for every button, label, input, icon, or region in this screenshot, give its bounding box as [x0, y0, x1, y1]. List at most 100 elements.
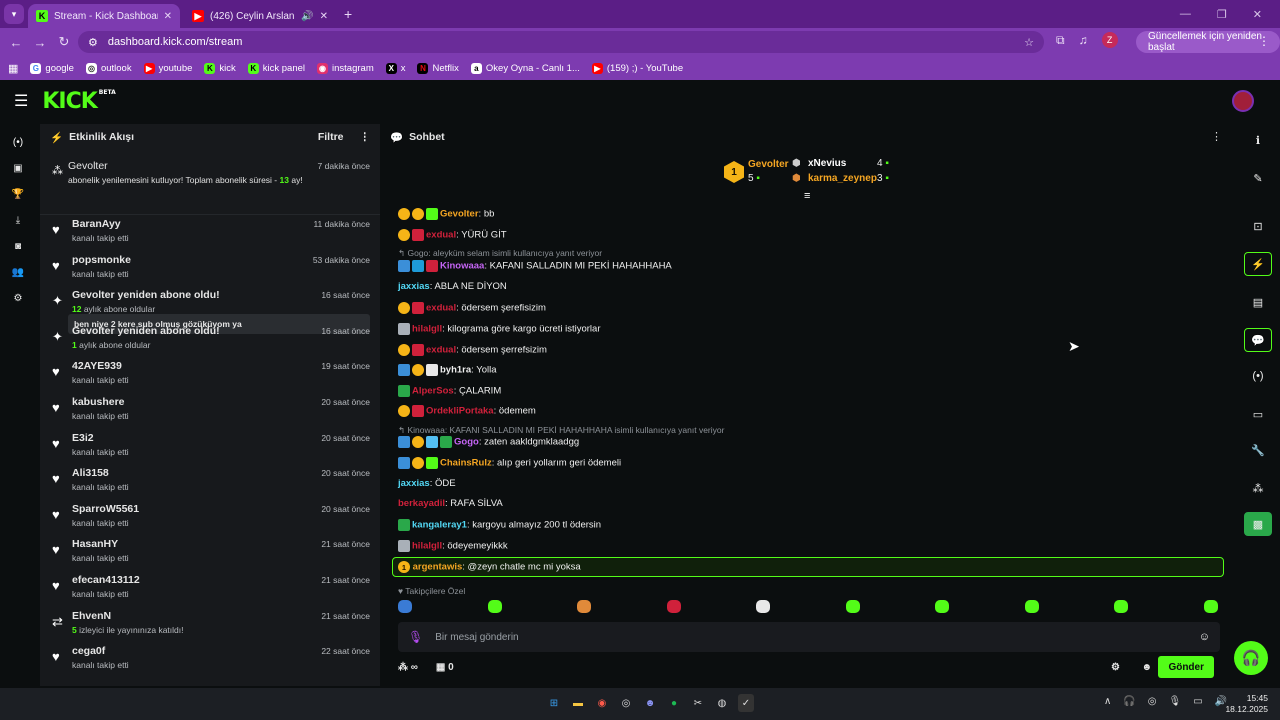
activity-item[interactable]: ♥ kabushere 20 saat önce kanalı takip etti [40, 394, 380, 428]
support-chat-button[interactable]: 🎧 [1234, 641, 1268, 675]
spotify-icon[interactable]: ● [666, 694, 682, 712]
chat-message[interactable]: ChainsRulz: alıp geri yollarım geri ödem… [398, 457, 621, 469]
tray-expand-icon[interactable]: ∧ [1104, 696, 1111, 707]
kick-logo[interactable]: KICK BETA [42, 89, 115, 114]
chat-message[interactable]: AlperSos: ÇALARIM [398, 385, 501, 397]
steam-icon[interactable]: ◎ [618, 694, 634, 712]
bookmark-kick-panel[interactable]: Kkick panel [247, 62, 305, 74]
tab-kick-dashboard[interactable]: K Stream - Kick Dashboard ✕ [28, 4, 180, 28]
emote-menu-icon[interactable]: ☻ [1141, 662, 1152, 673]
bookmark-x[interactable]: Xx [385, 62, 405, 74]
bookmark-okey[interactable]: a Okey Oyna - Canlı 1... [470, 62, 580, 74]
chat-message[interactable]: berkayadil: RAFA SİLVA [398, 498, 503, 509]
emote-icon[interactable] [756, 600, 771, 613]
chat-message[interactable]: kangaleray1: kargoyu almayız 200 tl öder… [398, 519, 601, 531]
expand-leaderboard-icon[interactable]: ≡ [804, 190, 810, 202]
users-nav-icon[interactable]: 👥 [8, 262, 28, 282]
trophy-nav-icon[interactable]: 🏆 [8, 184, 28, 204]
chat-message[interactable]: Gogo: zaten aakldgmklaadgg [398, 436, 579, 448]
bookmark-google[interactable]: Ggoogle [30, 62, 74, 74]
github-icon[interactable]: ◍ [714, 694, 730, 712]
chat-username[interactable]: Gogo [454, 437, 479, 448]
kick-taskbar-icon[interactable]: ✓ [738, 694, 754, 712]
bookmark-star-icon[interactable]: ☆ [1024, 36, 1034, 49]
bookmark-netflix[interactable]: N Netflix [417, 62, 459, 74]
chat-message[interactable]: exdual: YÜRÜ GİT [398, 229, 507, 241]
address-bar[interactable]: ⚙ dashboard.kick.com/stream ☆ [78, 31, 1044, 53]
stream-nav-icon[interactable]: (•) [8, 132, 28, 152]
emoji-picker-icon[interactable]: ☺ [1199, 631, 1210, 643]
activity-item[interactable]: ♥ 42AYE939 19 saat önce kanalı takip etti [40, 358, 380, 392]
extensions-icon[interactable]: ⧉ [1056, 33, 1065, 48]
chat-message[interactable]: OrdekliPortaka: ödemem [398, 405, 536, 417]
activity-item[interactable]: ♥ BaranAyy 11 dakika önce kanalı takip etti [40, 216, 380, 250]
chat-username[interactable]: byh1ra [440, 365, 471, 376]
filter-button[interactable]: Filtre [318, 131, 344, 143]
edit-icon[interactable]: ✎ [1244, 166, 1272, 190]
emote-icon[interactable] [398, 600, 412, 613]
bookmark-youtube[interactable]: ▶ youtube [143, 62, 192, 74]
microphone-icon[interactable]: 🎙 [408, 630, 423, 644]
site-info-icon[interactable]: ⚙ [88, 36, 98, 49]
mic-tray-icon[interactable]: 🎙 [1169, 696, 1182, 707]
points-icon[interactable]: ⁂ ∞ [398, 662, 418, 673]
bookmark-kick[interactable]: Kkick [204, 62, 236, 74]
file-explorer-icon[interactable]: ▬ [570, 694, 586, 712]
emote-icon[interactable] [935, 600, 950, 613]
emote-icon[interactable] [1203, 600, 1218, 613]
activity-item[interactable]: ⇄ EhvenN 21 saat önce 5 izleyici ile yayını… [40, 608, 380, 642]
chat-username[interactable]: Gevolter [440, 209, 479, 220]
reload-button[interactable]: ↻ [52, 34, 76, 50]
headset-icon[interactable]: 🎧 [1123, 696, 1135, 707]
dashboard-nav-icon[interactable]: ▣ [8, 158, 28, 178]
chat-menu-icon[interactable]: ⋮ [1211, 130, 1222, 143]
chat-settings-icon[interactable]: ⚙ [1111, 662, 1120, 673]
chat-message[interactable]: jaxxias: ÖDE [398, 478, 456, 489]
minimize-button[interactable]: — [1180, 8, 1191, 20]
connections-icon[interactable]: ⁂ [1244, 476, 1272, 500]
layout-icon[interactable]: ▭ [1244, 402, 1272, 426]
chat-message[interactable]: jaxxias: ABLA NE DİYON [398, 281, 507, 292]
activity-menu-icon[interactable]: ⋮ [360, 131, 371, 143]
kick-app-icon[interactable]: ▩ [1244, 512, 1272, 536]
tab-search-button[interactable]: ▾ [4, 4, 24, 24]
chat-message[interactable]: hilalgll: kilograma göre kargo ücreti is… [398, 323, 601, 335]
activity-item[interactable]: ♥ SparroW5561 20 saat önce kanalı takip ett… [40, 501, 380, 535]
chat-username[interactable]: Kinowaaa [440, 261, 484, 272]
discord-icon[interactable]: ☻ [642, 694, 658, 712]
close-window-button[interactable]: ✕ [1253, 8, 1262, 21]
user-avatar[interactable] [1232, 90, 1254, 112]
chat-username[interactable]: ChainsRulz [440, 458, 492, 469]
bookmark-outlook[interactable]: ◎ outlook [85, 62, 132, 74]
network-icon[interactable]: ▭ [1193, 696, 1202, 707]
windows-start-icon[interactable]: ⊞ [546, 694, 562, 712]
wrench-icon[interactable]: 🔧 [1244, 438, 1272, 462]
capcut-icon[interactable]: ✂ [690, 694, 706, 712]
emote-icon[interactable] [1114, 600, 1129, 613]
restore-button[interactable]: ❐ [1217, 8, 1227, 21]
browser-menu-icon[interactable]: ⋮ [1258, 34, 1270, 48]
system-clock[interactable]: 15:45 18.12.2025 [1225, 693, 1268, 715]
profile-avatar[interactable]: Z [1101, 32, 1118, 48]
scan-icon[interactable]: ⊡ [1244, 214, 1272, 238]
chat-username[interactable]: jaxxias [398, 478, 430, 489]
emote-icon[interactable] [577, 600, 592, 613]
notes-icon[interactable]: ▤ [1244, 290, 1272, 314]
chat-username[interactable]: kangaleray1 [412, 520, 467, 531]
bookmark-instagram[interactable]: ◉ instagram [317, 62, 374, 74]
chat-message[interactable]: exdual: ödersem şerefisizim [398, 302, 546, 314]
activity-item[interactable]: ♥ HasanHY 21 saat önce kanalı takip etti [40, 536, 380, 570]
send-button[interactable]: Gönder [1158, 656, 1214, 678]
forward-button[interactable]: → [28, 35, 52, 50]
apps-grid-icon[interactable]: ▦ [8, 62, 18, 75]
emote-icon[interactable] [1024, 600, 1039, 613]
steam-tray-icon[interactable]: ◎ [1148, 696, 1157, 707]
emote-icon[interactable] [487, 600, 502, 613]
hamburger-menu-icon[interactable]: ☰ [14, 91, 28, 111]
reply-context[interactable]: ↰ Gogo: aleyküm selam isimli kullanıcıya… [398, 248, 602, 259]
activity-item[interactable]: ✦ Gevolter yeniden abone oldu! 16 saat önc… [40, 287, 380, 321]
chat-username[interactable]: AlperSos [412, 386, 454, 397]
activity-item[interactable]: ♥ efecan413112 21 saat önce kanalı takip et… [40, 572, 380, 606]
tab-youtube[interactable]: ▶ (426) Ceylin Arslan - Senin 🔊 ✕ [184, 4, 336, 28]
chat-username[interactable]: berkayadil [398, 498, 445, 509]
